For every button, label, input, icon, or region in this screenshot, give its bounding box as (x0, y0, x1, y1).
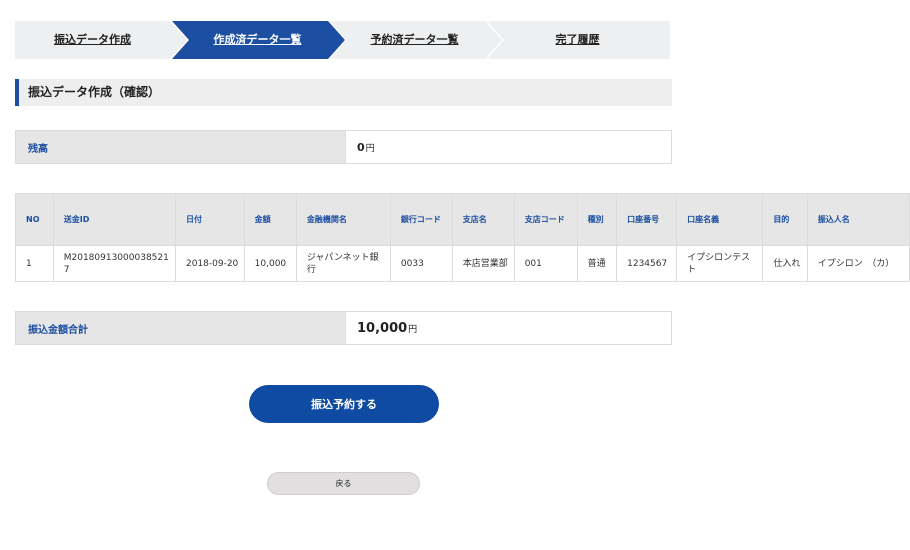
balance-value: 0 (357, 140, 365, 154)
reserve-transfer-button[interactable]: 振込予約する (249, 385, 439, 423)
total-box: 振込金額合計 10,000 円 (15, 311, 672, 345)
header-purpose: 目的 (762, 193, 808, 246)
header-amount: 金額 (243, 193, 297, 246)
total-value: 10,000 (357, 320, 408, 336)
step-created-list[interactable]: 作成済データ一覧 (180, 21, 335, 59)
step-completed-history[interactable]: 完了履歴 (495, 21, 660, 59)
cell-account-name: イプシロンテスト (676, 245, 764, 282)
header-branch-code: 支店コード (513, 193, 578, 246)
cell-bank: ジャパンネット銀行 (295, 245, 391, 282)
header-account-no: 口座番号 (616, 193, 678, 246)
total-label: 振込金額合計 (16, 312, 346, 344)
balance-value-cell: 0円 (346, 131, 671, 163)
cell-branch-code: 001 (513, 245, 578, 282)
cell-payer: イプシロン （カ） (806, 245, 910, 282)
step-reserved-list[interactable]: 予約済データ一覧 (337, 21, 492, 59)
back-button[interactable]: 戻る (267, 472, 420, 495)
cell-no: 1 (15, 245, 54, 282)
cell-amount: 10,000 (243, 245, 297, 282)
cell-account-no: 1234567 (616, 245, 678, 282)
header-no: NO (15, 193, 54, 246)
balance-label: 残高 (16, 131, 346, 163)
balance-box: 残高 0円 (15, 130, 672, 164)
total-unit: 円 (408, 324, 418, 335)
table-row: 1 M201809130000385217 2018-09-20 10,000 … (15, 245, 910, 282)
cell-date: 2018-09-20 (174, 245, 245, 282)
step-navigation: 振込データ作成 作成済データ一覧 予約済データ一覧 完了履歴 (15, 21, 670, 59)
cell-bank-code: 0033 (389, 245, 453, 282)
header-bank: 金融機関名 (295, 193, 391, 246)
header-bank-code: 銀行コード (389, 193, 453, 246)
header-account-name: 口座名義 (676, 193, 764, 246)
transfer-table: NO 送金ID 日付 金額 金融機関名 銀行コード 支店名 支店コード 種別 口… (15, 193, 910, 282)
cell-type: 普通 (576, 245, 618, 282)
cell-purpose: 仕入れ (762, 245, 808, 282)
header-remit-id: 送金ID (52, 193, 176, 246)
total-value-cell: 10,000 円 (346, 312, 671, 344)
balance-unit: 円 (365, 143, 375, 154)
header-payer: 振込人名 (806, 193, 910, 246)
header-branch: 支店名 (451, 193, 515, 246)
header-type: 種別 (576, 193, 618, 246)
cell-branch: 本店営業部 (451, 245, 515, 282)
table-header-row: NO 送金ID 日付 金額 金融機関名 銀行コード 支店名 支店コード 種別 口… (15, 193, 910, 246)
cell-remit-id: M201809130000385217 (52, 245, 176, 282)
page-title: 振込データ作成（確認） (15, 79, 672, 106)
header-date: 日付 (174, 193, 245, 246)
step-create-transfer[interactable]: 振込データ作成 (15, 21, 170, 59)
